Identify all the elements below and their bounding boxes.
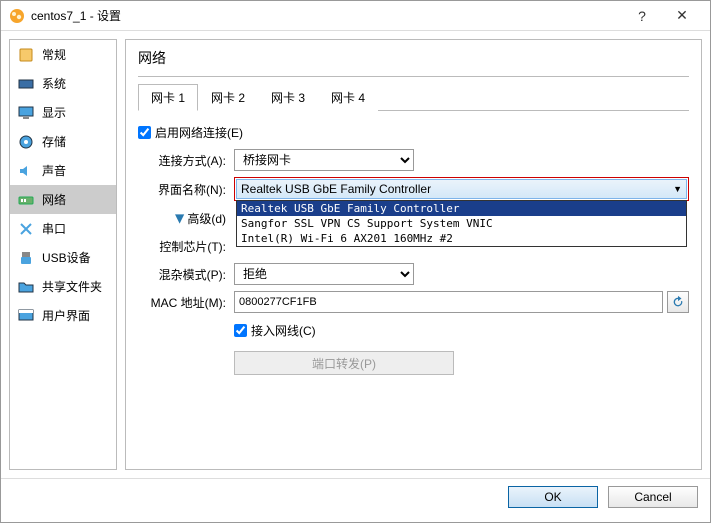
cable-input[interactable]	[234, 324, 247, 337]
ok-button[interactable]: OK	[508, 486, 598, 508]
close-button[interactable]: ✕	[662, 7, 702, 24]
sidebar-item-label: 存储	[42, 133, 66, 150]
sidebar-item-storage[interactable]: 存储	[10, 127, 116, 156]
tabs: 网卡 1 网卡 2 网卡 3 网卡 4	[138, 83, 689, 111]
sidebar-item-network[interactable]: 网络	[10, 185, 116, 214]
promiscuous-label: 混杂模式(P):	[138, 266, 234, 283]
attach-label: 连接方式(A):	[138, 152, 234, 169]
sidebar: 常规 系统 显示 存储 声音 网络 串口 USB设备	[9, 39, 117, 470]
enable-network-label: 启用网络连接(E)	[155, 124, 243, 141]
help-button[interactable]: ?	[622, 8, 662, 24]
tab-adapter-3[interactable]: 网卡 3	[258, 84, 318, 111]
network-icon	[18, 192, 34, 208]
attach-select[interactable]: 桥接网卡	[234, 149, 414, 171]
port-forward-button[interactable]: 端口转发(P)	[234, 351, 454, 375]
promiscuous-select[interactable]: 拒绝	[234, 263, 414, 285]
sidebar-item-ui[interactable]: 用户界面	[10, 301, 116, 330]
window-title: centos7_1 - 设置	[31, 7, 622, 24]
sidebar-item-usb[interactable]: USB设备	[10, 243, 116, 272]
dropdown-option[interactable]: Sangfor SSL VPN CS Support System VNIC	[237, 216, 686, 231]
cable-label: 接入网线(C)	[251, 322, 316, 339]
chip-label: 控制芯片(T):	[138, 238, 234, 255]
sidebar-item-label: 系统	[42, 75, 66, 92]
dropdown-option[interactable]: Realtek USB GbE Family Controller	[237, 201, 686, 216]
sidebar-item-label: 声音	[42, 162, 66, 179]
sidebar-item-general[interactable]: 常规	[10, 40, 116, 69]
sidebar-item-serial[interactable]: 串口	[10, 214, 116, 243]
divider	[138, 76, 689, 77]
sidebar-item-label: USB设备	[42, 249, 91, 266]
main-panel: 网络 网卡 1 网卡 2 网卡 3 网卡 4 启用网络连接(E) 连接方式(A)…	[125, 39, 702, 470]
sidebar-item-label: 共享文件夹	[42, 278, 102, 295]
sidebar-item-label: 常规	[42, 46, 66, 63]
tab-adapter-4[interactable]: 网卡 4	[318, 84, 378, 111]
app-icon	[9, 8, 25, 24]
refresh-icon	[671, 295, 685, 309]
enable-network-checkbox[interactable]: 启用网络连接(E)	[138, 124, 243, 141]
storage-icon	[18, 134, 34, 150]
interface-name-combo[interactable]: Realtek USB GbE Family Controller ▼ Real…	[234, 177, 689, 201]
cancel-button[interactable]: Cancel	[608, 486, 698, 508]
dialog-footer: OK Cancel	[1, 478, 710, 514]
display-icon	[18, 105, 34, 121]
sidebar-item-display[interactable]: 显示	[10, 98, 116, 127]
folder-icon	[18, 279, 34, 295]
dropdown-option[interactable]: Intel(R) Wi-Fi 6 AX201 160MHz #2	[237, 231, 686, 246]
mac-input[interactable]	[234, 291, 663, 313]
serial-icon	[18, 221, 34, 237]
ui-icon	[18, 308, 34, 324]
usb-icon	[18, 250, 34, 266]
sidebar-item-audio[interactable]: 声音	[10, 156, 116, 185]
system-icon	[18, 76, 34, 92]
interface-name-dropdown: Realtek USB GbE Family Controller Sangfo…	[236, 200, 687, 247]
sidebar-item-label: 网络	[42, 191, 66, 208]
tab-adapter-2[interactable]: 网卡 2	[198, 84, 258, 111]
cable-checkbox[interactable]: 接入网线(C)	[234, 322, 316, 339]
sidebar-item-system[interactable]: 系统	[10, 69, 116, 98]
sidebar-item-label: 用户界面	[42, 307, 90, 324]
chevron-down-icon: ▼	[673, 184, 682, 194]
mac-refresh-button[interactable]	[667, 291, 689, 313]
expand-icon: ▶	[174, 214, 188, 223]
interface-name-value: Realtek USB GbE Family Controller	[241, 182, 431, 196]
page-title: 网络	[138, 48, 689, 68]
mac-label: MAC 地址(M):	[138, 294, 234, 311]
general-icon	[18, 47, 34, 63]
enable-network-input[interactable]	[138, 126, 151, 139]
tab-adapter-1[interactable]: 网卡 1	[138, 84, 198, 111]
sidebar-item-label: 显示	[42, 104, 66, 121]
sidebar-item-label: 串口	[42, 220, 66, 237]
name-label: 界面名称(N):	[138, 181, 234, 198]
advanced-label[interactable]: ▶高级(d)	[138, 210, 234, 227]
sidebar-item-shared[interactable]: 共享文件夹	[10, 272, 116, 301]
audio-icon	[18, 163, 34, 179]
titlebar: centos7_1 - 设置 ? ✕	[1, 1, 710, 31]
content: 常规 系统 显示 存储 声音 网络 串口 USB设备	[1, 31, 710, 478]
